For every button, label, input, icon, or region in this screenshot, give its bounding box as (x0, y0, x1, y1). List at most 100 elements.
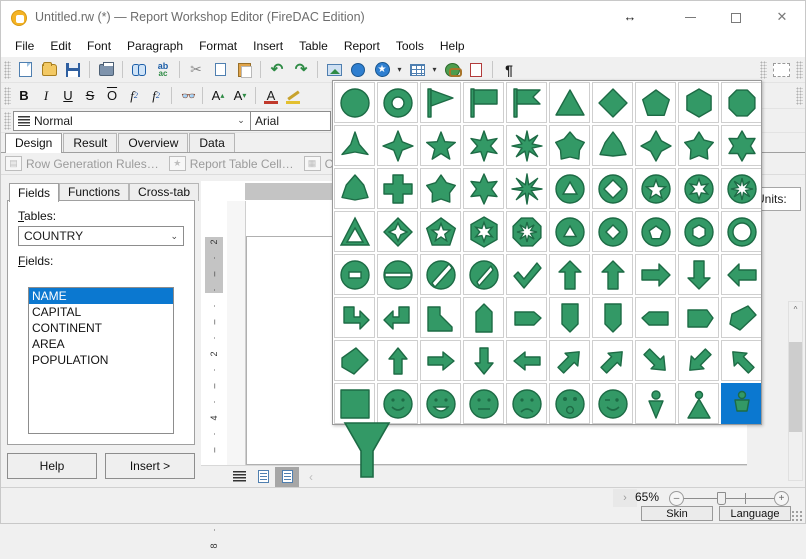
skin-button[interactable]: Skin (641, 506, 713, 521)
overline-button[interactable]: O (101, 85, 123, 107)
list-item[interactable]: CONTINENT (29, 320, 173, 336)
strikethrough-button[interactable]: S (79, 85, 101, 107)
shape-cell-five-point-blob[interactable] (549, 125, 590, 166)
shape-cell-arrow-right-thin[interactable] (420, 340, 461, 381)
zoom-slider[interactable]: – + (669, 491, 789, 506)
shape-cell-tag-right[interactable] (678, 297, 719, 338)
shape-cell-six-point-star-fat[interactable] (721, 125, 762, 166)
chevron-down-icon[interactable]: ⌄ (234, 115, 248, 126)
shape-cell-pentagon-up-tag[interactable] (463, 297, 504, 338)
list-item[interactable]: CAPITAL (29, 304, 173, 320)
insert-page-icon[interactable] (464, 59, 488, 81)
insert-button[interactable]: Insert > (105, 453, 195, 479)
chevron-down-icon[interactable]: ⌄ (170, 231, 181, 242)
shape-cell-triangle-outline[interactable] (334, 211, 375, 252)
shape-cell-arrow-up-left-diag[interactable] (721, 340, 762, 381)
shape-cell-person-triangle[interactable] (678, 383, 719, 424)
shape-cell-arrow-up-solid[interactable] (592, 254, 633, 295)
shape-cell-face-frown[interactable] (506, 383, 547, 424)
insert-table-icon[interactable] (405, 59, 429, 81)
subtab-crosstab[interactable]: Cross-tab (129, 183, 199, 201)
shape-cell-face-grin[interactable] (420, 383, 461, 424)
shape-cell-hexagon-star-outline[interactable] (463, 211, 504, 252)
menu-item-file[interactable]: File (7, 37, 42, 55)
tab-design[interactable]: Design (5, 133, 62, 153)
shape-cell-circle-diamond-cut[interactable] (592, 168, 633, 209)
print-preview-icon[interactable] (94, 59, 118, 81)
tab-result[interactable]: Result (63, 133, 117, 152)
shape-cell-three-point-star-concave[interactable] (334, 125, 375, 166)
list-item[interactable]: AREA (29, 336, 173, 352)
find-icon[interactable] (127, 59, 151, 81)
shape-cell-hexagon[interactable] (678, 82, 719, 123)
vertical-ruler[interactable]: 2·–··–·2·–·4·–·6·–·8 (201, 181, 227, 465)
shape-cell-diamond-outline[interactable] (377, 211, 418, 252)
shape-cell-pentagon-down-tag-2[interactable] (592, 297, 633, 338)
menu-item-format[interactable]: Format (191, 37, 245, 55)
shape-cell-arrow-down-right-bent[interactable] (334, 297, 375, 338)
font-name-combo[interactable]: Arial (251, 111, 331, 131)
shape-cell-flag[interactable] (463, 82, 504, 123)
insert-image-icon[interactable] (322, 59, 346, 81)
shape-cell-circle-slash[interactable] (420, 254, 461, 295)
shape-cell-pentagon-star-outline[interactable] (420, 211, 461, 252)
paragraph-style-combo[interactable]: Normal ⌄ (13, 111, 251, 131)
zoom-slider-thumb[interactable] (717, 492, 726, 505)
shape-cell-circle-star-cut[interactable] (635, 168, 676, 209)
shape-cell-tag-diagonal[interactable] (721, 297, 762, 338)
menu-item-insert[interactable]: Insert (245, 37, 291, 55)
shape-cell-person-female-small[interactable] (635, 383, 676, 424)
shape-cell-arrow-left-thin[interactable] (506, 340, 547, 381)
shape-cell-triangle[interactable] (549, 82, 590, 123)
insert-hyperlink-icon[interactable] (440, 59, 464, 81)
shape-cell-eight-point-star[interactable] (506, 125, 547, 166)
scroll-up-icon[interactable]: ^ (789, 302, 802, 317)
shape-cell-pentagon-left-tag[interactable] (635, 297, 676, 338)
toolbar-grip[interactable] (4, 112, 11, 130)
shape-cell-diamond[interactable] (592, 82, 633, 123)
italic-button[interactable]: I (35, 85, 57, 107)
menu-item-report[interactable]: Report (336, 37, 388, 55)
menu-item-paragraph[interactable]: Paragraph (119, 37, 191, 55)
subtab-fields[interactable]: Fields (9, 183, 59, 202)
shape-cell-circle-pentagon-hole[interactable] (635, 211, 676, 252)
shape-cell-circle-slash-2[interactable] (463, 254, 504, 295)
shape-cell-pentagon[interactable] (635, 82, 676, 123)
list-item[interactable]: POPULATION (29, 352, 173, 368)
shape-cell-circle[interactable] (334, 82, 375, 123)
list-item[interactable]: NAME (29, 288, 173, 304)
shape-cell-octagon[interactable] (721, 82, 762, 123)
shape-cell-circle-six-star-cut[interactable] (678, 168, 719, 209)
collapse-icon[interactable]: ‹ (299, 467, 323, 487)
toolbar-grip[interactable] (4, 61, 11, 79)
tab-overview[interactable]: Overview (118, 133, 188, 152)
toolbar-grip[interactable] (4, 87, 11, 105)
shape-cell-arrow-down-left-bent[interactable] (377, 297, 418, 338)
tab-data[interactable]: Data (189, 133, 234, 152)
shape-cell-four-point-star[interactable] (377, 125, 418, 166)
chevron-down-icon[interactable]: ▾ (429, 59, 440, 81)
font-color-button[interactable]: A (260, 85, 282, 107)
shape-cell-circle-hexagon-hole[interactable] (678, 211, 719, 252)
shape-cell-swallowtail-flag[interactable] (506, 82, 547, 123)
shape-cell-five-point-star[interactable] (420, 125, 461, 166)
insert-shape-icon[interactable]: ★ (370, 59, 394, 81)
zoom-out-button[interactable]: – (669, 491, 684, 506)
zoom-in-button[interactable]: + (774, 491, 789, 506)
close-button[interactable]: ✕ (759, 1, 805, 33)
redo-icon[interactable]: ↷ (289, 59, 313, 81)
layout-view-icon[interactable] (251, 467, 275, 487)
shape-cell-square[interactable] (334, 383, 375, 424)
open-folder-icon[interactable] (37, 59, 61, 81)
shape-cell-arrow-up-block[interactable] (549, 254, 590, 295)
shape-cell-circle-triangle-hole[interactable] (549, 211, 590, 252)
underline-button[interactable]: U (57, 85, 79, 107)
cut-icon[interactable]: ✂ (184, 59, 208, 81)
shape-cell-circle-triangle-cut[interactable] (549, 168, 590, 209)
shape-cell-arrow-down-left-diag[interactable] (678, 340, 719, 381)
shape-cell-arrow-down-solid[interactable] (678, 254, 719, 295)
window-resize-grip[interactable] (791, 510, 803, 522)
shape-cell-checkmark[interactable] (506, 254, 547, 295)
shape-cell-arrow-right-solid[interactable] (635, 254, 676, 295)
toolbar-grip[interactable] (796, 87, 803, 105)
